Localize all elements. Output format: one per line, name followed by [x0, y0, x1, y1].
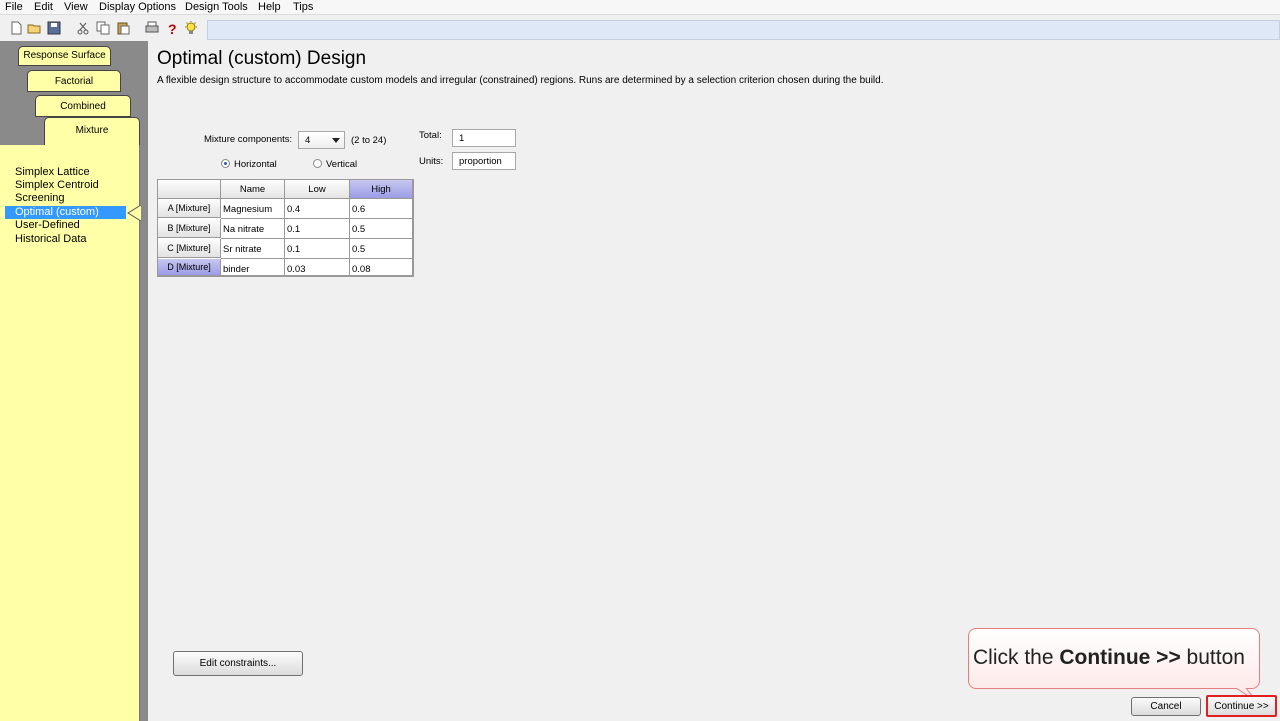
- menu-tips[interactable]: Tips: [293, 0, 313, 14]
- units-field[interactable]: proportion: [452, 152, 516, 170]
- page-description: A flexible design structure to accommoda…: [157, 75, 884, 86]
- grid-row-header-d[interactable]: D [Mixture]: [158, 259, 221, 276]
- tab-response-surface[interactable]: Response Surface: [18, 46, 111, 66]
- callout-bold: Continue >>: [1059, 646, 1181, 669]
- chevron-down-icon: [332, 138, 340, 143]
- menu-file[interactable]: File: [5, 0, 23, 14]
- menu-edit[interactable]: Edit: [34, 0, 53, 14]
- new-file-icon[interactable]: [9, 21, 23, 35]
- svg-text:?: ?: [168, 21, 177, 35]
- total-field[interactable]: 1: [452, 129, 516, 147]
- grid-corner: [158, 180, 221, 199]
- callout-suffix: button: [1180, 646, 1245, 669]
- menu-display-options[interactable]: Display Options: [99, 0, 176, 14]
- factor-grid: Name Low High A [Mixture] Magnesium 0.4 …: [157, 179, 414, 277]
- tab-mixture[interactable]: Mixture: [44, 117, 140, 147]
- grid-cell-low-c[interactable]: 0.1: [285, 239, 350, 259]
- tutorial-callout: Click the Continue >> button: [968, 628, 1260, 689]
- grid-row-header-c[interactable]: C [Mixture]: [158, 239, 221, 258]
- copy-icon[interactable]: [96, 21, 110, 35]
- grid-row-header-b[interactable]: B [Mixture]: [158, 219, 221, 238]
- grid-cell-high-a[interactable]: 0.6: [350, 199, 413, 219]
- vertical-radio-label: Vertical: [326, 159, 358, 170]
- units-label: Units:: [419, 156, 444, 167]
- toolbar-fill: [207, 20, 1280, 40]
- menu-design-tools[interactable]: Design Tools: [185, 0, 248, 14]
- grid-cell-high-d[interactable]: 0.08: [350, 259, 413, 276]
- open-folder-icon[interactable]: [27, 21, 41, 35]
- design-item-screening[interactable]: Screening: [15, 192, 65, 205]
- grid-header-low[interactable]: Low: [285, 180, 350, 199]
- callout-prefix: Click the: [973, 646, 1060, 669]
- vertical-radio[interactable]: [313, 159, 322, 168]
- grid-cell-low-d[interactable]: 0.03: [285, 259, 350, 276]
- grid-cell-name-b[interactable]: Na nitrate: [221, 219, 285, 239]
- grid-row-header-a[interactable]: A [Mixture]: [158, 199, 221, 218]
- tab-factorial[interactable]: Factorial: [27, 70, 121, 92]
- cancel-button[interactable]: Cancel: [1131, 697, 1201, 716]
- grid-cell-name-c[interactable]: Sr nitrate: [221, 239, 285, 259]
- total-label: Total:: [419, 130, 442, 141]
- tab-combined[interactable]: Combined: [35, 95, 131, 117]
- grid-cell-low-a[interactable]: 0.4: [285, 199, 350, 219]
- mixture-components-range: (2 to 24): [351, 135, 387, 146]
- mixture-components-dropdown[interactable]: 4: [298, 131, 345, 149]
- grid-cell-high-b[interactable]: 0.5: [350, 219, 413, 239]
- help-question-icon[interactable]: ?: [165, 21, 179, 35]
- design-item-simplex-lattice[interactable]: Simplex Lattice: [15, 166, 90, 179]
- selection-pointer-icon: [127, 205, 142, 221]
- continue-button[interactable]: Continue >>: [1206, 695, 1277, 717]
- grid-header-name[interactable]: Name: [221, 180, 285, 199]
- save-icon[interactable]: [47, 21, 61, 35]
- tips-lightbulb-icon[interactable]: [184, 21, 198, 35]
- grid-cell-name-a[interactable]: Magnesium: [221, 199, 285, 219]
- menu-help[interactable]: Help: [258, 0, 281, 14]
- grid-cell-low-b[interactable]: 0.1: [285, 219, 350, 239]
- grid-cell-name-d[interactable]: binder: [221, 259, 285, 276]
- grid-cell-high-c[interactable]: 0.5: [350, 239, 413, 259]
- horizontal-radio[interactable]: [221, 159, 230, 168]
- horizontal-radio-label: Horizontal: [234, 159, 277, 170]
- print-icon[interactable]: [145, 21, 159, 35]
- edit-constraints-button[interactable]: Edit constraints...: [173, 651, 303, 676]
- menu-bar: File Edit View Display Options Design To…: [0, 0, 1280, 15]
- grid-header-high[interactable]: High: [350, 180, 413, 199]
- menu-view[interactable]: View: [64, 0, 88, 14]
- design-item-user-defined[interactable]: User-Defined: [15, 219, 80, 232]
- paste-icon[interactable]: [116, 21, 130, 35]
- mixture-components-value: 4: [305, 135, 311, 146]
- page-title: Optimal (custom) Design: [157, 48, 367, 69]
- cut-icon[interactable]: [76, 21, 90, 35]
- design-item-optimal-custom[interactable]: Optimal (custom): [5, 206, 126, 219]
- design-item-historical-data[interactable]: Historical Data: [15, 233, 87, 246]
- design-item-simplex-centroid[interactable]: Simplex Centroid: [15, 179, 99, 192]
- mixture-components-label: Mixture components:: [204, 134, 293, 145]
